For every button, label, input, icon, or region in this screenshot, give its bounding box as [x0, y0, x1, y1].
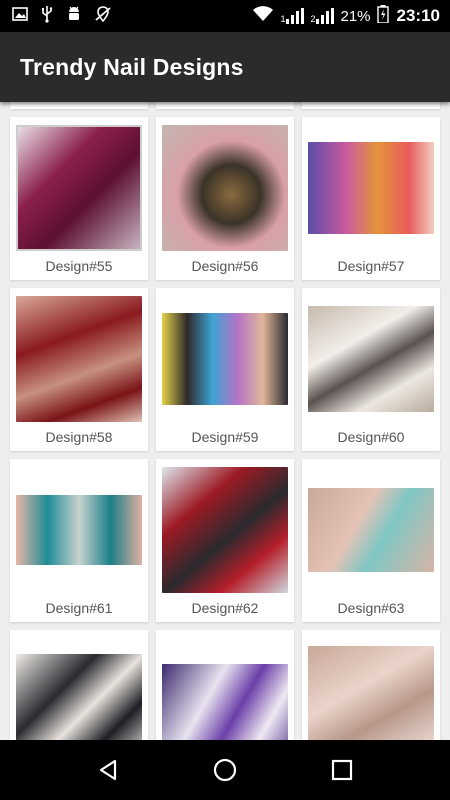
nail-design-image — [16, 654, 142, 740]
design-label: Design#56 — [191, 258, 259, 274]
nail-design-image — [308, 646, 434, 740]
battery-percent: 21% — [340, 7, 371, 25]
nail-design-image — [16, 296, 142, 422]
design-card[interactable]: Design#61 — [10, 459, 148, 622]
design-card-partial[interactable] — [302, 102, 440, 109]
nail-design-image — [308, 488, 434, 572]
usb-icon — [40, 5, 54, 28]
recents-button[interactable] — [322, 750, 362, 790]
image-icon — [12, 6, 28, 26]
sim2-signal: 2 — [310, 8, 335, 24]
design-label: Design#62 — [191, 600, 259, 616]
design-card-partial[interactable] — [156, 102, 294, 109]
notification-icons — [12, 5, 112, 28]
navigation-bar — [0, 740, 450, 800]
back-icon — [100, 759, 117, 781]
nail-design-image — [162, 125, 288, 251]
design-label: Design#57 — [337, 258, 405, 274]
signal-icon — [286, 8, 305, 24]
nail-design-image — [308, 306, 434, 412]
designs-list[interactable]: Design#55 Design#56 Design#57 Design#58 … — [0, 102, 450, 740]
designs-grid: Design#55 Design#56 Design#57 Design#58 … — [10, 102, 440, 740]
design-card[interactable] — [10, 630, 148, 740]
sim1-label: 1 — [280, 14, 286, 24]
status-bar: 1 2 21% 23:10 — [0, 0, 450, 32]
design-card-partial[interactable] — [10, 102, 148, 109]
signal-icon — [316, 8, 335, 24]
nail-design-image — [16, 495, 142, 565]
design-card[interactable]: Design#62 — [156, 459, 294, 622]
android-debug-icon — [66, 5, 82, 28]
no-location-icon — [94, 5, 112, 28]
sim2-label: 2 — [310, 14, 316, 24]
clock: 23:10 — [396, 6, 440, 25]
design-card[interactable]: Design#59 — [156, 288, 294, 451]
design-label: Design#61 — [45, 600, 113, 616]
design-card[interactable]: Design#58 — [10, 288, 148, 451]
home-button[interactable] — [205, 750, 245, 790]
system-indicators: 1 2 21% 23:10 — [252, 5, 440, 27]
design-label: Design#60 — [337, 429, 405, 445]
design-label: Design#59 — [191, 429, 259, 445]
design-card[interactable] — [302, 630, 440, 740]
design-label: Design#58 — [45, 429, 113, 445]
design-card[interactable]: Design#56 — [156, 117, 294, 280]
design-card[interactable] — [156, 630, 294, 740]
wifi-icon — [252, 6, 274, 26]
nail-design-image — [162, 664, 288, 740]
home-icon — [213, 758, 237, 782]
nail-design-image — [16, 125, 142, 251]
battery-icon — [376, 5, 389, 27]
sim1-signal: 1 — [280, 8, 305, 24]
app-bar: Trendy Nail Designs — [0, 32, 450, 102]
back-button[interactable] — [88, 750, 128, 790]
nail-design-image — [308, 142, 434, 234]
design-label: Design#55 — [45, 258, 113, 274]
design-card[interactable]: Design#60 — [302, 288, 440, 451]
design-card[interactable]: Design#55 — [10, 117, 148, 280]
nail-design-image — [162, 313, 288, 405]
app-title: Trendy Nail Designs — [20, 53, 244, 80]
design-card[interactable]: Design#63 — [302, 459, 440, 622]
design-label: Design#63 — [337, 600, 405, 616]
design-card[interactable]: Design#57 — [302, 117, 440, 280]
nail-design-image — [162, 467, 288, 593]
recents-icon — [331, 759, 352, 781]
